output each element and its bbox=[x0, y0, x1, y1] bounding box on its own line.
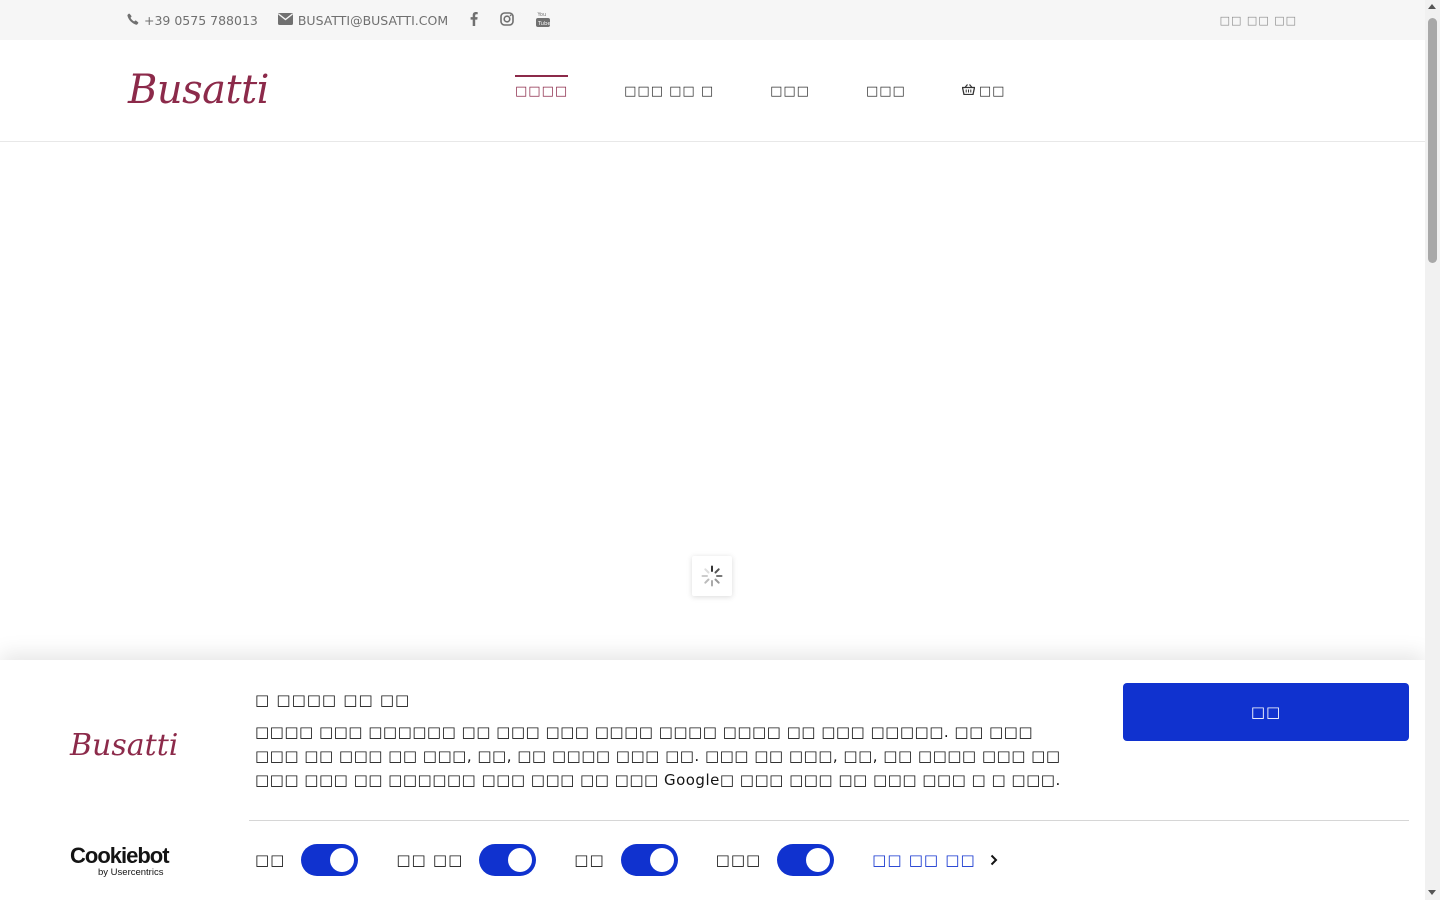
nav-item-company[interactable]: □□□ bbox=[770, 40, 810, 142]
marketing-switch[interactable] bbox=[777, 844, 835, 876]
instagram-icon[interactable] bbox=[500, 11, 514, 29]
show-details-link[interactable]: □□ □□ □□ bbox=[872, 851, 998, 870]
language-selector[interactable]: □□ □□ □□ bbox=[1220, 0, 1297, 40]
cookiebot-brand: Cookiebot bbox=[70, 843, 170, 868]
cookiebot-logo[interactable]: Cookiebot by Usercentrics bbox=[70, 843, 170, 879]
details-link-label: □□ □□ □□ bbox=[872, 851, 976, 869]
social-links: You Tube bbox=[470, 11, 552, 30]
banner-logo: Busatti bbox=[70, 728, 179, 763]
top-bar: +39 0575 788013 BUSATTI@BUSATTI.COM You T… bbox=[0, 0, 1425, 40]
nav-item-label: □□ bbox=[978, 83, 1006, 99]
loading-spinner bbox=[692, 556, 732, 596]
svg-text:You: You bbox=[537, 12, 547, 18]
toggle-statistics: □□ bbox=[574, 844, 678, 876]
necessary-switch[interactable] bbox=[301, 844, 359, 876]
cookie-consent-banner: Busatti Cookiebot by Usercentrics □ □□□□… bbox=[0, 660, 1425, 900]
cookiebot-by: by Usercentrics bbox=[98, 867, 164, 878]
nav-item-label: □□□ bbox=[770, 83, 810, 99]
toggle-label: □□ □□ bbox=[396, 851, 464, 869]
divider bbox=[249, 820, 1409, 821]
main-nav: □□□□ □□□ □□ □ □□□ □□□ □□ bbox=[515, 40, 1061, 142]
allow-all-button[interactable]: □□ bbox=[1123, 683, 1409, 741]
svg-text:Tube: Tube bbox=[537, 21, 550, 27]
nav-item-contact[interactable]: □□□ bbox=[866, 40, 906, 142]
email-link[interactable]: BUSATTI@BUSATTI.COM bbox=[277, 12, 449, 28]
page-scrollbar[interactable] bbox=[1425, 0, 1440, 900]
phone-icon bbox=[127, 13, 139, 28]
site-header: Busatti □□□□ □□□ □□ □ □□□ □□□ □□ bbox=[0, 40, 1425, 142]
scroll-down-icon[interactable] bbox=[1428, 890, 1436, 895]
scrollbar-thumb[interactable] bbox=[1428, 18, 1437, 263]
spinner-icon bbox=[701, 565, 723, 587]
toggle-necessary: □□ bbox=[255, 844, 359, 876]
contact-info: +39 0575 788013 BUSATTI@BUSATTI.COM You T… bbox=[127, 0, 552, 40]
toggle-marketing: □□□ bbox=[716, 844, 835, 876]
facebook-icon[interactable] bbox=[470, 11, 478, 29]
envelope-icon bbox=[277, 12, 293, 28]
chevron-right-icon bbox=[990, 851, 998, 870]
toggle-preferences: □□ □□ bbox=[396, 844, 537, 876]
toggle-label: □□ bbox=[255, 851, 286, 869]
nav-item-collections[interactable]: □□□ □□ □ bbox=[624, 40, 714, 142]
cookie-title: □ □□□□ □□ □□ bbox=[255, 691, 411, 709]
nav-item-label: □□□ □□ □ bbox=[624, 83, 715, 99]
cookie-description: □□□□ □□□ □□□□□□ □□ □□□ □□□ □□□□ □□□□ □□□… bbox=[255, 723, 1061, 789]
basket-icon bbox=[961, 83, 976, 99]
nav-item-shop[interactable]: □□ bbox=[961, 40, 1006, 142]
nav-item-label: □□□□ bbox=[515, 83, 569, 99]
statistics-switch[interactable] bbox=[620, 844, 678, 876]
email-address: BUSATTI@BUSATTI.COM bbox=[297, 12, 449, 28]
site-logo[interactable]: Busatti bbox=[128, 67, 269, 113]
scroll-up-icon[interactable] bbox=[1428, 4, 1436, 9]
youtube-icon[interactable]: You Tube bbox=[536, 11, 552, 30]
phone-link[interactable]: +39 0575 788013 bbox=[127, 13, 258, 28]
consent-toggles: □□ □□ □□ □□ □□□ □□ □□ □□ bbox=[255, 843, 998, 877]
nav-item-label: □□□ bbox=[865, 83, 906, 99]
toggle-label: □□ bbox=[574, 851, 605, 869]
nav-item-home[interactable]: □□□□ bbox=[515, 40, 569, 142]
phone-number: +39 0575 788013 bbox=[144, 12, 258, 28]
preferences-switch[interactable] bbox=[479, 844, 537, 876]
toggle-label: □□□ bbox=[715, 851, 762, 869]
